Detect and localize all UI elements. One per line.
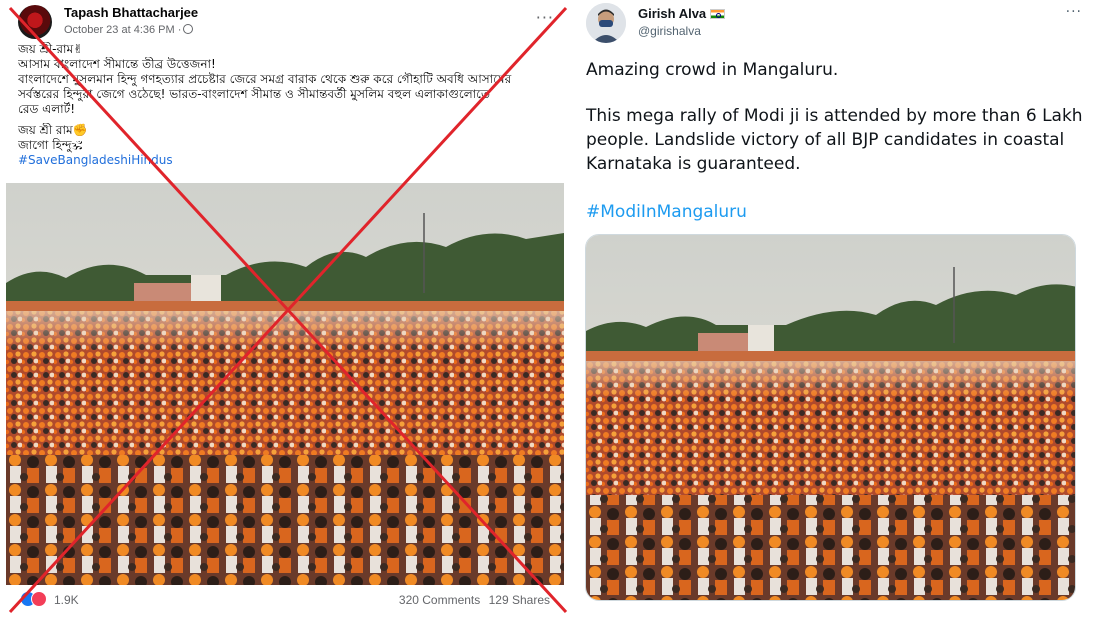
post-stats: 320 Comments 129 Shares — [399, 593, 550, 607]
globe-icon — [183, 24, 194, 34]
post-header: Tapash Bhattacharjee October 23 at 4:36 … — [18, 4, 553, 40]
crowd-photo — [6, 183, 564, 585]
post-line: জয় শ্রী-রাম✌ — [18, 42, 84, 56]
hashtag-link[interactable]: #ModiInMangaluru — [586, 200, 1086, 224]
tweet-paragraph: This mega rally of Modi ji is attended b… — [586, 106, 1083, 174]
india-flag-icon — [710, 9, 726, 19]
reaction-count[interactable]: 1.9K — [54, 593, 79, 607]
love-icon — [31, 591, 47, 607]
author-name[interactable]: Girish Alva — [638, 6, 726, 21]
post-footer: 1.9K 320 Comments 129 Shares — [6, 588, 564, 612]
post-line: বাংলাদেশে মুসলমান হিন্দু গণহত্যার প্রচেষ… — [18, 72, 512, 86]
post-line: রেড এলার্ট! — [18, 102, 76, 116]
post-photo[interactable] — [6, 183, 564, 585]
comments-count[interactable]: 320 Comments — [399, 593, 480, 607]
tweet-text: Amazing crowd in Mangaluru. This mega ra… — [586, 58, 1086, 224]
timestamp-text[interactable]: October 23 at 4:36 PM · — [64, 24, 181, 36]
post-text: জয় শ্রী-রাম✌ আসাম বাংলাদেশ সীমান্তে তীব… — [18, 42, 553, 168]
tweet: Girish Alva @girishalva ··· Amazing crow… — [572, 0, 1100, 617]
facebook-post: Tapash Bhattacharjee October 23 at 4:36 … — [6, 0, 564, 617]
post-line: আসাম বাংলাদেশ সীমান্তে তীব্র উত্তেজনা! — [18, 57, 216, 71]
more-options-button[interactable]: ··· — [1066, 4, 1082, 20]
tweet-line: Amazing crowd in Mangaluru. — [586, 60, 839, 80]
author-handle[interactable]: @girishalva — [638, 24, 701, 38]
avatar[interactable] — [586, 3, 626, 43]
post-line: জাগো হিন্দু🕉 — [18, 138, 83, 152]
more-options-button[interactable]: ··· — [536, 8, 554, 27]
post-line: সর্বস্তরের হিন্দুরা জেগে ওঠেছে! ভারত-বাং… — [18, 87, 490, 101]
post-timestamp[interactable]: October 23 at 4:36 PM · — [64, 24, 194, 36]
hashtag-link[interactable]: #SaveBangladeshiHindus — [18, 153, 553, 168]
shares-count[interactable]: 129 Shares — [489, 593, 550, 607]
tweet-photo[interactable] — [585, 234, 1076, 601]
crowd-photo — [586, 235, 1075, 600]
avatar[interactable] — [18, 5, 52, 39]
profile-picture — [586, 3, 626, 43]
author-name[interactable]: Tapash Bhattacharjee — [64, 5, 198, 20]
author-name-text[interactable]: Girish Alva — [638, 6, 706, 21]
post-line: জয় শ্রী রাম✊ — [18, 123, 88, 137]
